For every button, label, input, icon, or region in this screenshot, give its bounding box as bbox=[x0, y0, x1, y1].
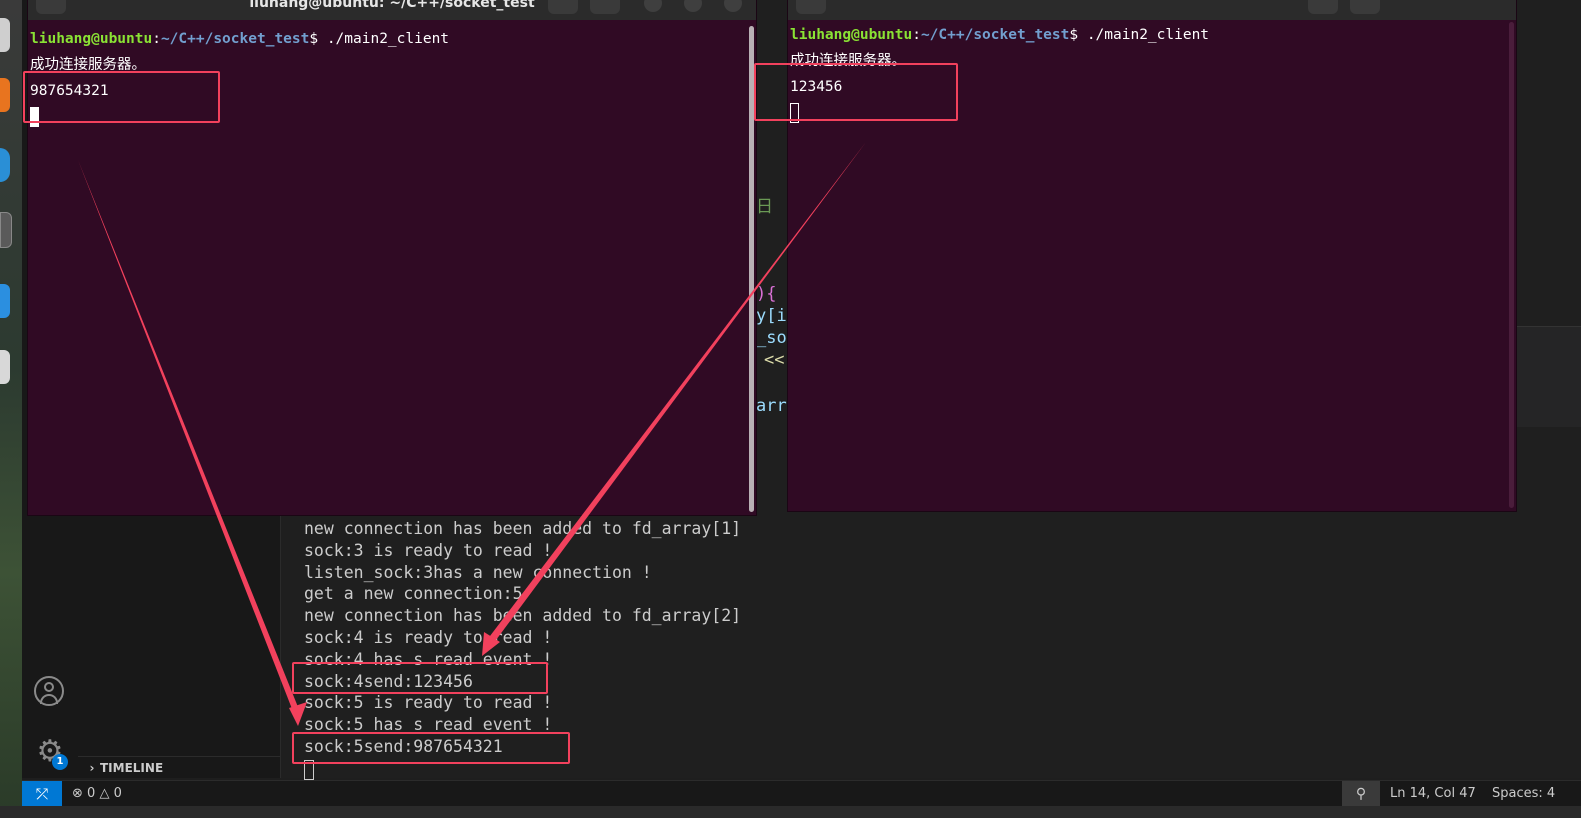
annotation-arrows bbox=[78, 142, 866, 726]
arrow-right-to-sock4 bbox=[490, 142, 866, 640]
arrow-left-to-sock5 bbox=[78, 160, 300, 714]
